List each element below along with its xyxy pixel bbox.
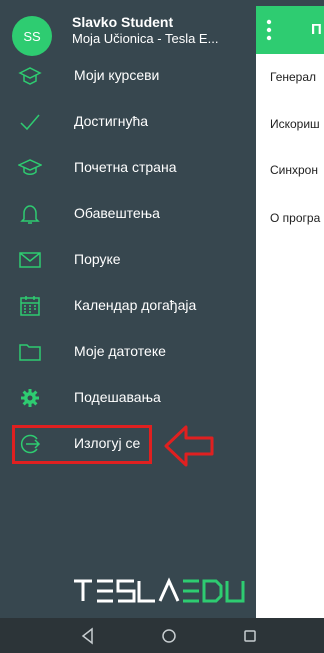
menu-item-label: Календар догађаја	[74, 297, 197, 313]
more-vert-icon[interactable]	[266, 18, 272, 42]
calendar-icon	[20, 296, 40, 316]
main-content: П Генерал Искориш Синхрон О програ	[256, 6, 324, 618]
site-name: Moja Učionica - Tesla E...	[72, 31, 219, 46]
avatar: SS	[12, 16, 52, 56]
recents-icon[interactable]	[240, 626, 260, 646]
tesla-edu-logo	[74, 577, 245, 603]
envelope-icon	[19, 252, 41, 268]
menu-item-calendar[interactable]: Календар догађаја	[0, 286, 256, 326]
menu-item-label: Подешавања	[74, 389, 161, 405]
page-title: П	[311, 21, 322, 38]
home-icon[interactable]	[159, 626, 179, 646]
menu-item-settings[interactable]: Подешавања	[0, 378, 256, 418]
bell-icon	[20, 205, 40, 224]
menu-item-label: Моје датотеке	[74, 343, 166, 359]
menu-item-notifications[interactable]: Обавештења	[0, 194, 256, 234]
courses-icon	[18, 67, 42, 85]
menu-item-label: Моји курсеви	[74, 67, 160, 83]
settings-row-about[interactable]: О програ	[270, 211, 320, 225]
system-navigation-bar	[0, 618, 324, 653]
back-icon[interactable]	[78, 626, 98, 646]
settings-row-usage[interactable]: Искориш	[270, 117, 320, 131]
menu-item-achievements[interactable]: Достигнућа	[0, 102, 256, 142]
menu-item-my-files[interactable]: Моје датотеке	[0, 332, 256, 372]
graduation-cap-icon	[18, 159, 42, 175]
menu-item-home[interactable]: Почетна страна	[0, 148, 256, 188]
gear-icon	[21, 389, 39, 407]
menu-item-label: Поруке	[74, 251, 121, 267]
navigation-drawer: SS Slavko Student Moja Učionica - Tesla …	[0, 6, 256, 618]
menu-item-my-courses[interactable]: Моји курсеви	[0, 56, 256, 96]
pointer-arrow-icon	[164, 425, 214, 467]
menu-item-messages[interactable]: Поруке	[0, 240, 256, 280]
user-name: Slavko Student	[72, 14, 174, 30]
menu-item-label: Достигнућа	[74, 113, 149, 129]
app-bar: П	[256, 6, 324, 54]
folder-icon	[19, 344, 41, 361]
checkmark-icon	[20, 114, 40, 131]
drawer-header[interactable]: SS Slavko Student Moja Učionica - Tesla …	[0, 6, 256, 56]
logout-highlight-box	[12, 425, 152, 464]
settings-row-sync[interactable]: Синхрон	[270, 163, 318, 177]
settings-row-general[interactable]: Генерал	[270, 70, 316, 84]
menu-item-label: Обавештења	[74, 205, 160, 221]
menu-item-label: Почетна страна	[74, 159, 177, 175]
